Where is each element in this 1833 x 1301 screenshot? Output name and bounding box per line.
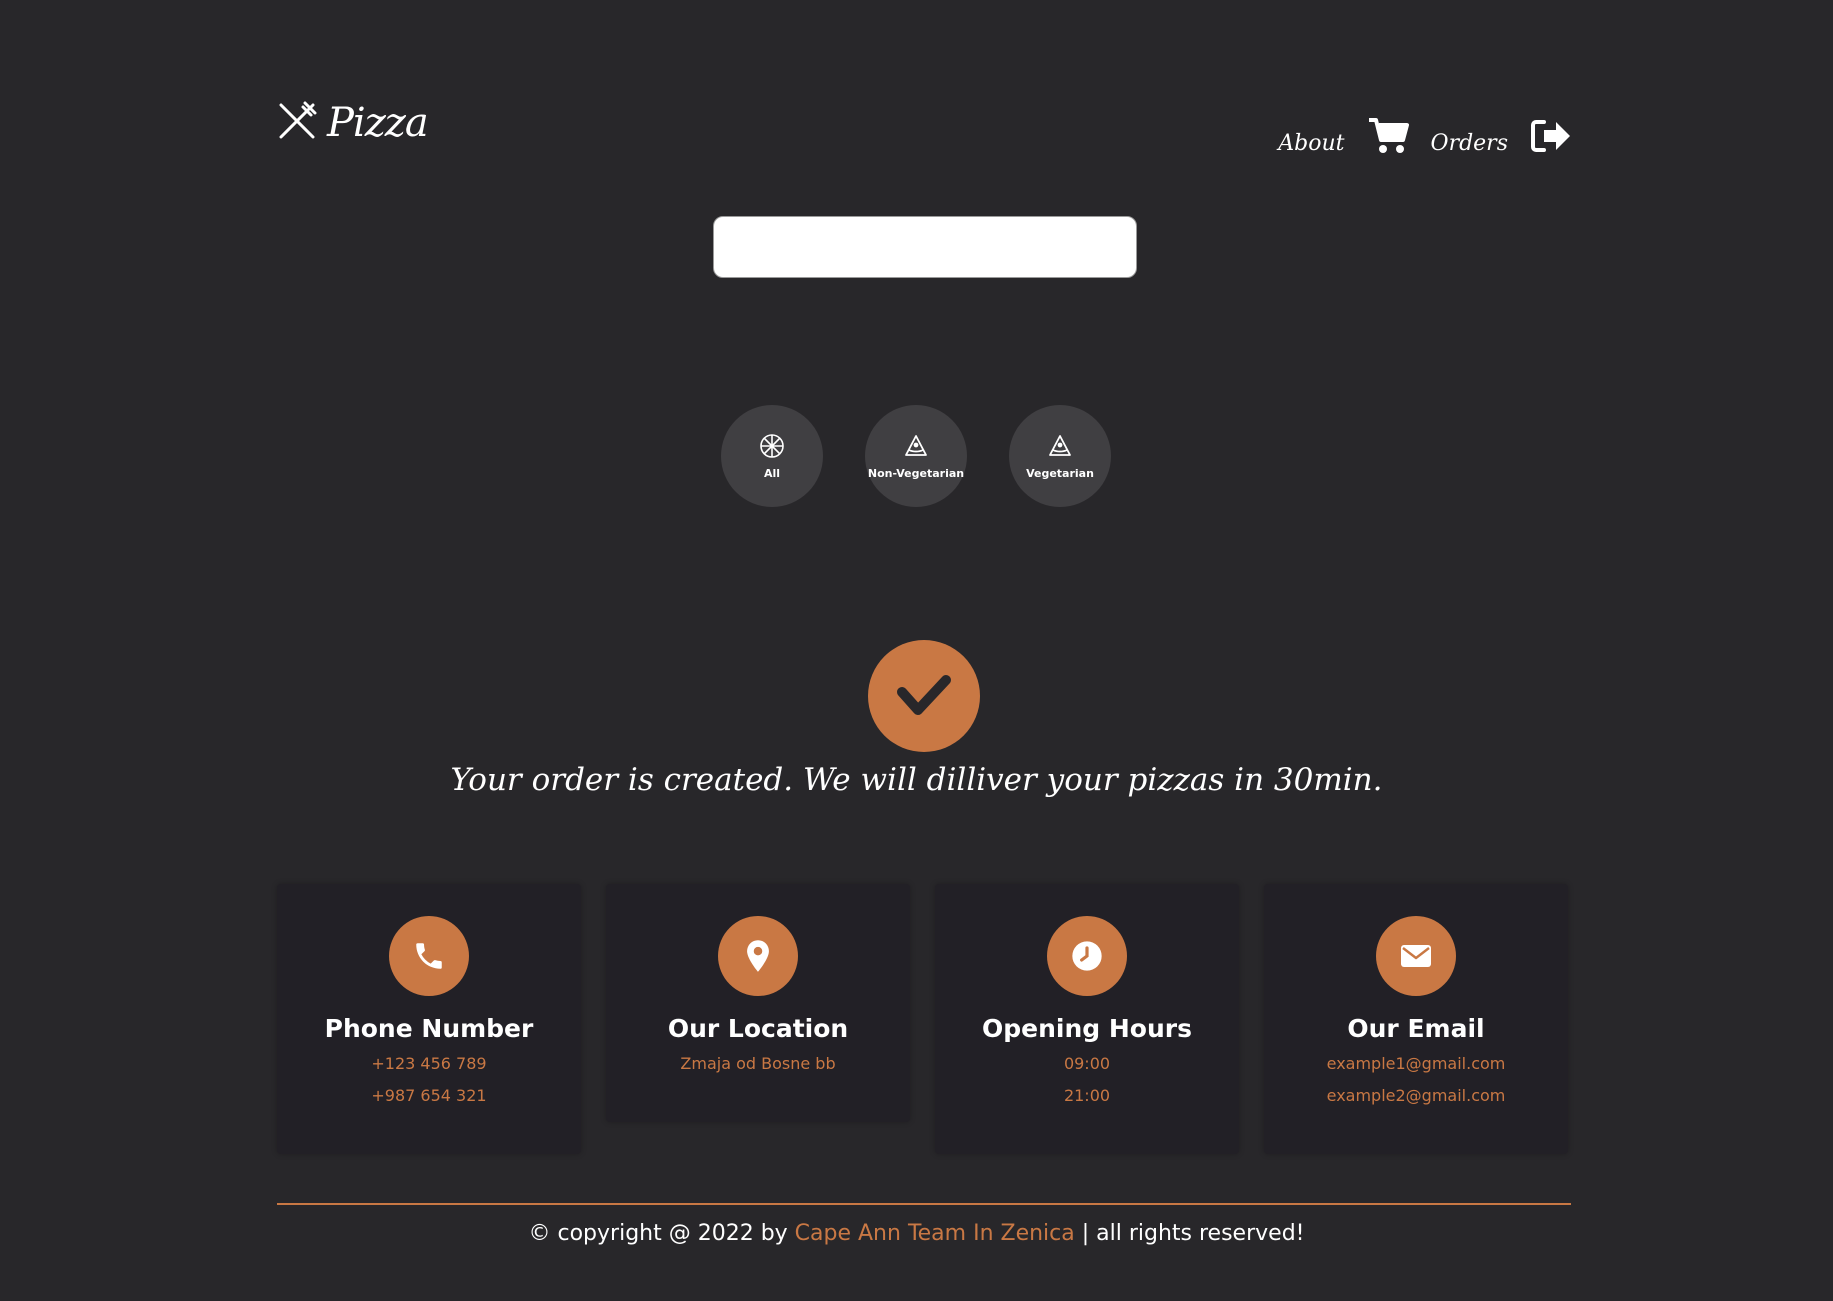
address: Zmaja od Bosne bb	[680, 1054, 836, 1073]
search-input[interactable]	[713, 216, 1137, 278]
card-title: Opening Hours	[982, 1014, 1192, 1043]
nav-orders-link[interactable]: Orders	[1431, 131, 1508, 156]
footer-copyright: © copyright @ 2022 by Cape Ann Team In Z…	[0, 1221, 1833, 1246]
footer-divider	[277, 1203, 1571, 1205]
pizza-slice-icon	[1047, 433, 1073, 463]
logout-icon[interactable]	[1530, 118, 1572, 154]
card-title: Phone Number	[324, 1014, 534, 1043]
mail-icon	[1376, 916, 1456, 996]
contact-info: Phone Number +123 456 789 +987 654 321 O…	[277, 884, 1568, 1154]
category-label: Vegetarian	[1026, 466, 1094, 480]
phone-number: +123 456 789	[371, 1054, 487, 1073]
copyright-suffix: | all rights reserved!	[1074, 1221, 1305, 1246]
phone-card: Phone Number +123 456 789 +987 654 321	[277, 884, 581, 1154]
location-pin-icon	[718, 916, 798, 996]
card-title: Our Email	[1347, 1014, 1485, 1043]
nav-about-link[interactable]: About	[1278, 131, 1344, 156]
email-address[interactable]: example2@gmail.com	[1327, 1085, 1506, 1107]
clock-icon	[1047, 916, 1127, 996]
category-label: All	[763, 466, 781, 480]
logo-text: Pizza	[327, 100, 429, 146]
opening-time: 09:00	[1063, 1054, 1111, 1073]
copyright-prefix: © copyright @ 2022 by	[528, 1221, 795, 1246]
category-filters: All Non-Vegetarian Vegetarian	[721, 405, 1111, 507]
category-vegetarian-button[interactable]: Vegetarian	[1009, 405, 1111, 507]
email-card: Our Email example1@gmail.com example2@gm…	[1264, 884, 1568, 1154]
main-nav: About Orders	[1278, 115, 1572, 156]
card-title: Our Location	[667, 1014, 849, 1043]
email-address[interactable]: example1@gmail.com	[1327, 1053, 1506, 1075]
category-all-button[interactable]: All	[721, 405, 823, 507]
phone-icon	[389, 916, 469, 996]
utensils-icon	[277, 101, 317, 145]
pizza-slice-icon	[903, 433, 929, 463]
logo[interactable]: Pizza	[277, 100, 429, 146]
pizza-icon	[759, 433, 785, 463]
check-icon	[868, 640, 980, 752]
hours-card: Opening Hours 09:00 21:00	[935, 884, 1239, 1154]
team-link[interactable]: Cape Ann Team In Zenica	[795, 1221, 1075, 1246]
order-confirmation-message: Your order is created. We will dilliver …	[450, 762, 1383, 798]
location-card: Our Location Zmaja od Bosne bb	[606, 884, 910, 1122]
category-non-vegetarian-button[interactable]: Non-Vegetarian	[865, 405, 967, 507]
closing-time: 21:00	[1063, 1086, 1111, 1105]
phone-number: +987 654 321	[371, 1086, 487, 1105]
cart-icon[interactable]	[1367, 116, 1409, 156]
category-label: Non-Vegetarian	[867, 466, 965, 480]
